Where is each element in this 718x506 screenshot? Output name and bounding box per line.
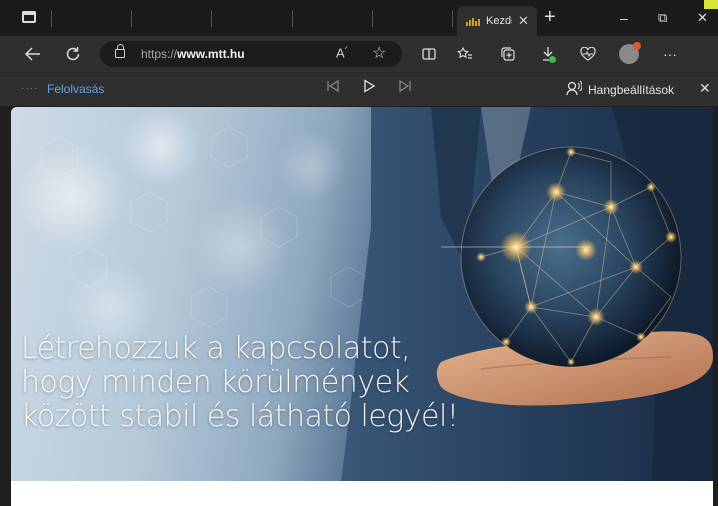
back-arrow-icon[interactable] [22,43,44,65]
tab-separator [452,10,453,27]
tab-separator [211,10,212,27]
downloads-icon[interactable] [537,43,559,65]
hero-heading: Létrehozzuk a kapcsolatot, hogy minden k… [21,332,581,434]
close-window-button[interactable]: ✕ [697,8,708,28]
voice-settings-icon [566,80,583,99]
read-aloud-icon[interactable]: Aᐟ [336,45,348,60]
download-complete-badge [549,56,556,63]
corner-highlight [704,0,718,9]
hero-banner: Létrehozzuk a kapcsolatot, hogy minden k… [11,107,713,481]
window-menu-icon[interactable] [22,11,36,23]
previous-paragraph-icon[interactable] [326,79,340,97]
next-paragraph-icon[interactable] [398,79,412,97]
profile-avatar-icon[interactable] [619,42,641,64]
new-tab-button[interactable]: + [544,7,556,27]
hero-heading-line: hogy minden körülmények [21,365,410,400]
hero-heading-line: Létrehozzuk a kapcsolatot, [21,331,411,366]
favorites-icon[interactable] [454,43,476,65]
tab-separator [372,10,373,27]
url-prefix: https:// [141,47,178,61]
tab-separator [292,10,293,27]
web-page: Létrehozzuk a kapcsolatot, hogy minden k… [11,107,713,506]
read-aloud-label[interactable]: Felolvasás [47,82,104,96]
play-icon[interactable] [362,79,376,97]
drag-handle-icon[interactable]: ···· [21,83,38,94]
lock-icon[interactable] [115,44,125,58]
hero-heading-line: között stabil és látható legyél! [21,399,459,434]
tab-title: Kezdőlap [486,15,512,27]
tab-separator [51,10,52,27]
tab-active[interactable]: Kezdőlap ✕ [457,6,537,36]
voice-settings-button[interactable]: Hangbeállítások [566,80,674,99]
close-read-aloud-icon[interactable]: ✕ [699,80,711,97]
browser-toolbar: https://www.mtt.hu Aᐟ ☆ ··· [0,36,718,72]
url-domain: www.mtt.hu [177,47,245,61]
tab-close-icon[interactable]: ✕ [518,13,529,29]
tab-separator [131,10,132,27]
split-screen-icon[interactable] [418,43,440,65]
favorite-star-icon[interactable]: ☆ [372,43,386,63]
minimize-button[interactable]: – [620,8,628,28]
restore-button[interactable]: ⧉ [658,8,667,28]
address-bar[interactable]: https://www.mtt.hu Aᐟ ☆ [100,41,402,67]
voice-settings-label: Hangbeállítások [588,82,675,97]
url-text[interactable]: https://www.mtt.hu [141,47,245,61]
tab-strip: Kezdőlap ✕ + – ⧉ ✕ [0,0,718,36]
more-icon[interactable]: ··· [659,43,681,65]
browser-essentials-icon[interactable] [577,43,599,65]
collections-icon[interactable] [497,43,519,65]
refresh-icon[interactable] [62,43,84,65]
read-aloud-bar: ···· Felolvasás Hangbeállítások ✕ [0,72,718,106]
site-favicon-icon [466,17,480,26]
